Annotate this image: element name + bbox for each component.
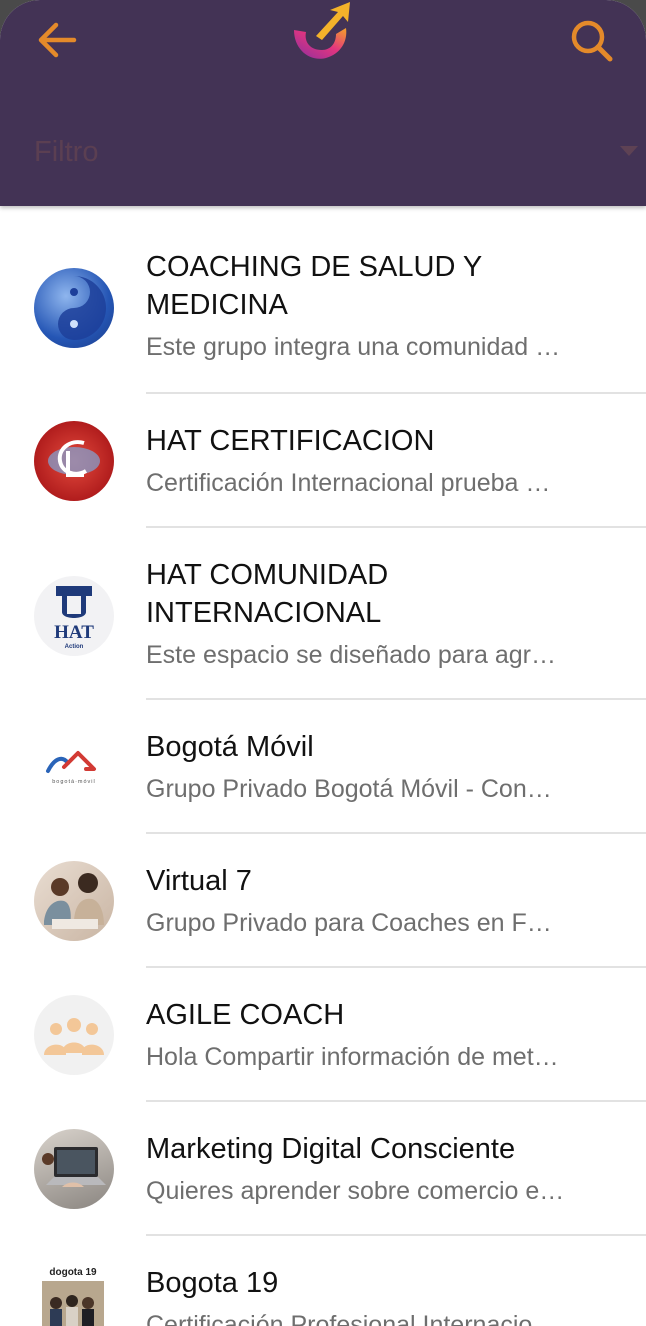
group-title: HAT COMUNIDAD INTERNACIONAL [146, 559, 389, 629]
group-description: Este espacio se diseñado para agr… [146, 641, 556, 669]
bogota-movil-logo-icon: bogotá·móvil [46, 751, 96, 785]
list-item[interactable]: bogotá·móvil Bogotá Móvil Grupo Privado … [0, 700, 646, 834]
group-title: HAT CERTIFICACION [146, 425, 435, 457]
hat-logo-icon: HAT Action [54, 586, 94, 650]
filter-label: Filtro [34, 136, 99, 168]
group-description: Hola Compartir información de met… [146, 1043, 559, 1071]
group-avatar: bogotá·móvil [34, 727, 114, 807]
group-description: Este grupo integra una comunidad … [146, 333, 561, 361]
svg-text:dogota 19: dogota 19 [49, 1267, 97, 1278]
filter-dropdown[interactable]: Filtro [34, 128, 646, 176]
group-avatar [34, 995, 114, 1075]
list-item[interactable]: HAT CERTIFICACION Certificación Internac… [0, 394, 646, 528]
svg-text:bogotá·móvil: bogotá·móvil [52, 779, 96, 785]
certification-logo-icon [48, 440, 100, 477]
group-title: Marketing Digital Consciente [146, 1133, 516, 1165]
list-item[interactable]: HAT Action HAT COMUNIDAD INTERNACIONAL E… [0, 528, 646, 700]
list-item[interactable]: AGILE COACH Hola Compartir información d… [0, 968, 646, 1102]
list-item[interactable]: dogota 19 Bogota 19 Certificación Profes… [0, 1236, 646, 1326]
search-button[interactable] [566, 16, 618, 64]
group-title: Bogota 19 [146, 1267, 279, 1299]
group-description: Certificación Internacional prueba … [146, 469, 551, 497]
top-app-bar: Filtro [0, 0, 646, 206]
search-icon [571, 20, 613, 62]
group-avatar: HAT Action [34, 576, 114, 656]
group-avatar [34, 268, 114, 348]
arrow-left-icon [38, 22, 77, 58]
group-avatar [34, 1129, 114, 1209]
group-title: Bogotá Móvil [146, 731, 314, 763]
list-item[interactable]: Virtual 7 Grupo Privado para Coaches en … [0, 834, 646, 968]
back-button[interactable] [34, 18, 80, 62]
group-title: Virtual 7 [146, 865, 252, 897]
group-photo-icon: dogota 19 [42, 1267, 104, 1326]
laptop-photo-icon [42, 1147, 106, 1187]
yin-yang-logo-icon [58, 276, 106, 340]
group-title: COACHING DE SALUD Y MEDICINA [146, 251, 482, 321]
list-item[interactable]: Marketing Digital Consciente Quieres apr… [0, 1102, 646, 1236]
users-group-icon [44, 1018, 104, 1055]
list-item[interactable]: COACHING DE SALUD Y MEDICINA Este grupo … [0, 206, 646, 394]
people-photo-icon [44, 873, 104, 929]
group-avatar [34, 421, 114, 501]
group-description: Quieres aprender sobre comercio e… [146, 1177, 565, 1205]
dropdown-arrow-icon [620, 146, 638, 156]
group-avatar [34, 861, 114, 941]
group-avatar: dogota 19 [38, 1263, 108, 1326]
group-description: Grupo Privado para Coaches en F… [146, 909, 552, 937]
group-description: Certificación Profesional Internacio… [146, 1311, 558, 1326]
svg-text:Action: Action [65, 644, 84, 650]
svg-text:HAT: HAT [54, 622, 94, 643]
phone-screen: Filtro COACHING DE SALUD Y MEDICINA Este… [0, 0, 646, 1326]
app-logo [288, 0, 358, 64]
group-title: AGILE COACH [146, 999, 345, 1031]
group-description: Grupo Privado Bogotá Móvil - Con… [146, 775, 552, 803]
